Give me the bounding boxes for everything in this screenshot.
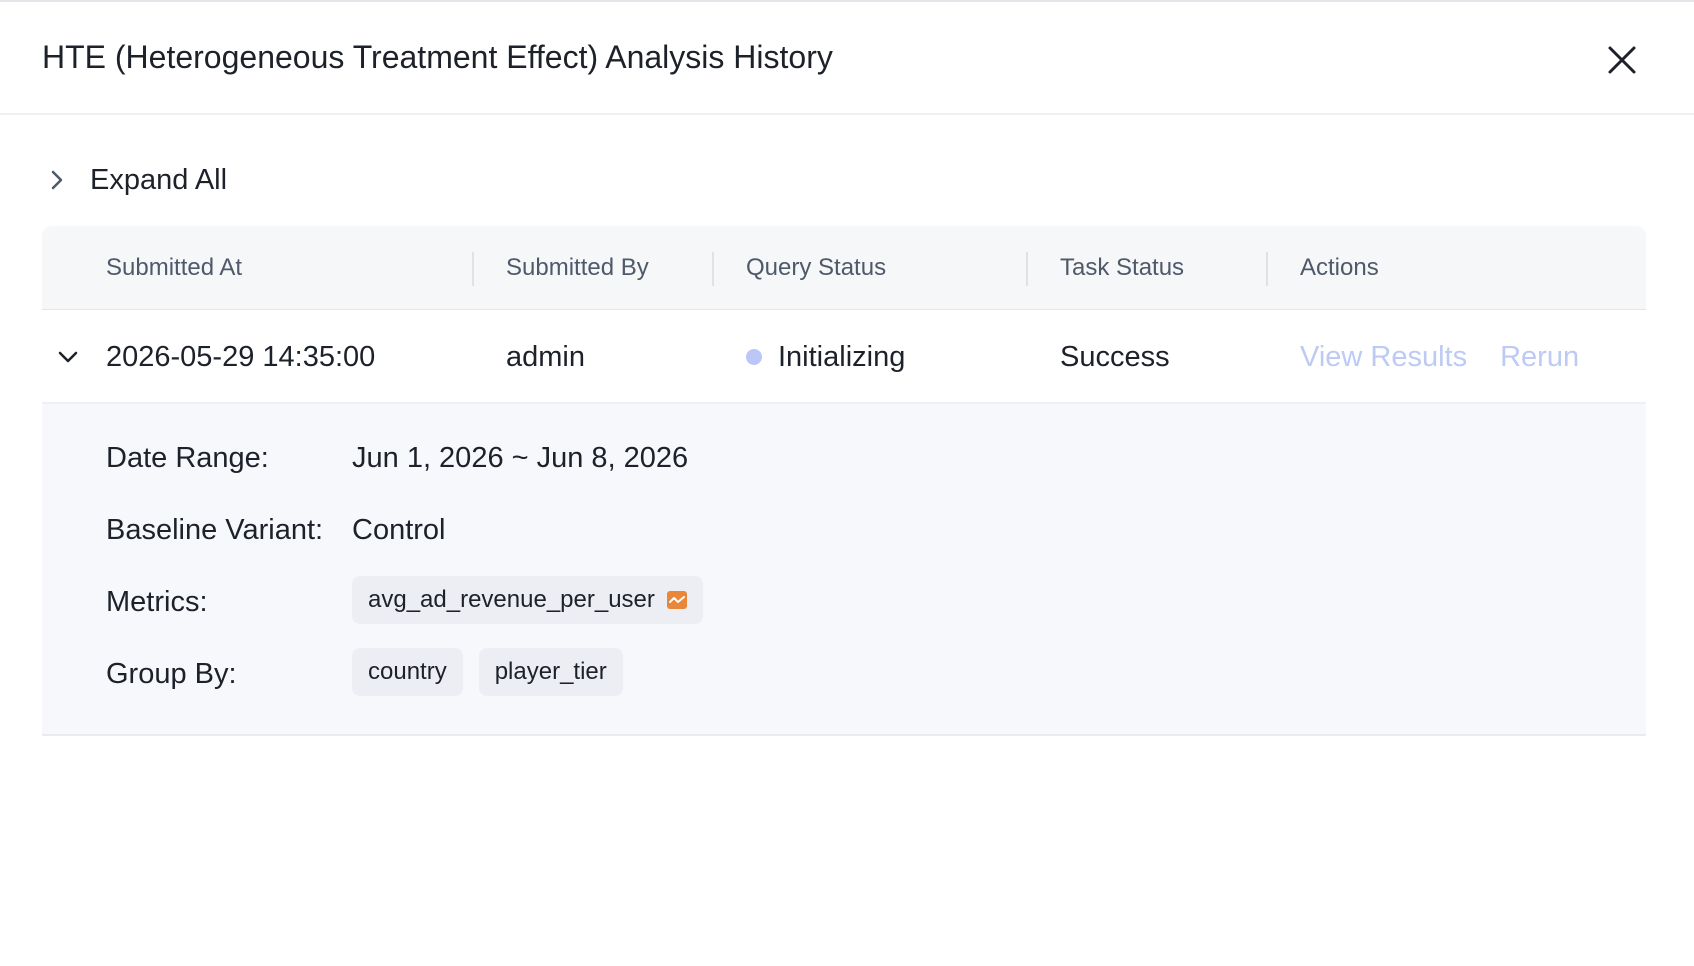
column-header-submitted-by[interactable]: Submitted By [506,226,649,310]
row-collapse-toggle[interactable] [52,341,84,373]
group-by-tags: country player_tier [352,648,623,696]
column-header-submitted-at[interactable]: Submitted At [106,226,242,310]
history-table: Submitted At Submitted By Query Status T… [42,226,1646,736]
metric-chart-icon [666,591,687,609]
group-by-tag: player_tier [478,648,623,696]
column-header-query-status[interactable]: Query Status [746,226,886,310]
column-divider [1266,252,1268,286]
group-by-label: Group By: [106,658,237,690]
close-button[interactable] [1604,42,1640,78]
row-details-panel: Date Range: Jun 1, 2026 ~ Jun 8, 2026 Ba… [42,404,1646,736]
baseline-variant-value: Control [352,514,446,546]
view-results-link[interactable]: View Results [1300,341,1467,374]
expand-all-toggle[interactable]: Expand All [42,160,227,200]
baseline-variant-label: Baseline Variant: [106,514,324,546]
date-range-label: Date Range: [106,442,269,474]
metrics-label: Metrics: [106,586,208,618]
query-status-cell: Initializing [746,310,905,404]
status-dot [746,349,762,365]
table-header: Submitted At Submitted By Query Status T… [42,226,1646,310]
hte-history-modal: HTE (Heterogeneous Treatment Effect) Ana… [0,0,1694,966]
modal-title: HTE (Heterogeneous Treatment Effect) Ana… [42,39,833,75]
column-divider [712,252,714,286]
metric-tag-label: avg_ad_revenue_per_user [368,586,655,613]
column-divider [472,252,474,286]
close-icon [1608,46,1636,74]
column-divider [1026,252,1028,286]
submitted-by-cell: admin [506,340,585,373]
column-header-task-status[interactable]: Task Status [1060,226,1184,310]
chevron-right-icon [42,165,72,195]
task-status-cell: Success [1060,340,1170,373]
metric-tag: avg_ad_revenue_per_user [352,576,703,624]
column-header-actions: Actions [1300,254,1379,281]
chevron-down-icon [58,351,78,363]
date-range-value: Jun 1, 2026 ~ Jun 8, 2026 [352,442,689,474]
query-status-text: Initializing [778,340,906,373]
group-by-tag: country [352,648,463,696]
rerun-link[interactable]: Rerun [1500,341,1579,374]
metrics-tags: avg_ad_revenue_per_user [352,576,703,624]
modal-header: HTE (Heterogeneous Treatment Effect) Ana… [0,2,1694,115]
actions-cell: View Results Rerun [1300,310,1612,404]
table-row: 2026-05-29 14:35:00 admin Initializing S… [42,310,1646,404]
submitted-at-cell: 2026-05-29 14:35:00 [106,340,376,373]
expand-all-label: Expand All [90,163,228,196]
